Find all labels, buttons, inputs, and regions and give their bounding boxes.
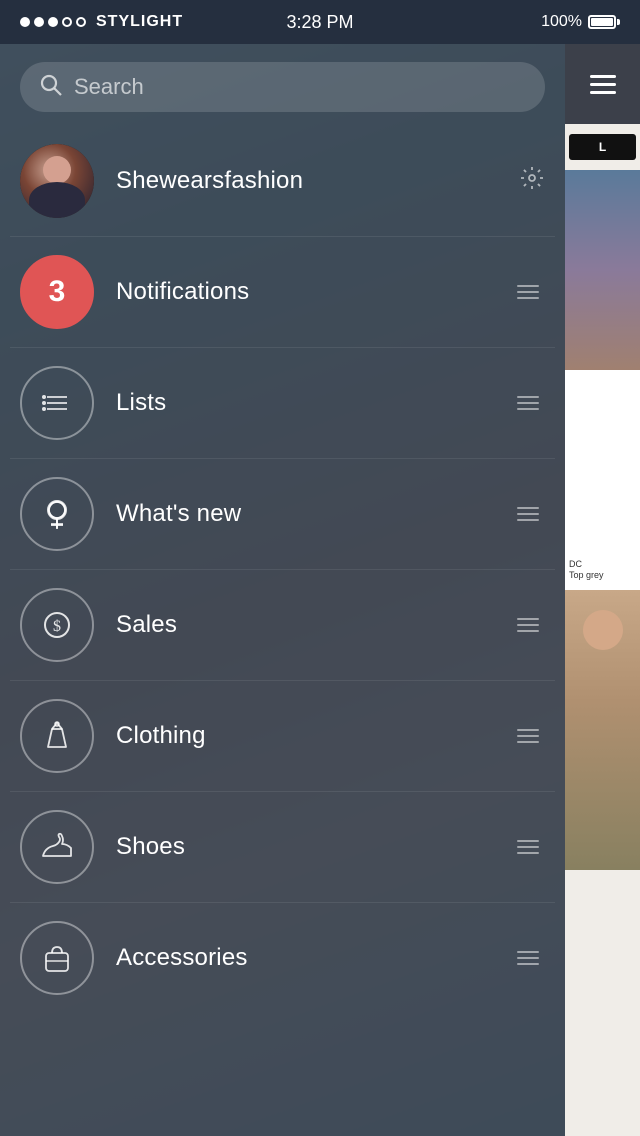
hamburger-line-2 [590,83,616,86]
drag-handle [517,729,539,743]
whatsnew-label: What's new [116,500,517,528]
time-display: 3:28 PM [286,12,353,33]
sales-label: Sales [116,611,517,639]
main-wrapper: Search Shewearsfashion [0,44,640,1136]
battery-percentage: 100% [541,13,582,31]
signal-dot-3 [48,17,58,27]
search-bar[interactable]: Search [20,62,545,112]
drag-handle [517,951,539,965]
signal-dot-4 [62,17,72,27]
sidebar-item-accessories[interactable]: Accessories [10,903,555,1013]
signal-dot-1 [20,17,30,27]
brand-button[interactable]: L [569,134,636,160]
clothing-label: Clothing [116,722,517,750]
sidebar-item-profile[interactable]: Shewearsfashion [10,126,555,237]
lists-icon-circle [20,366,94,440]
menu-list: Shewearsfashion 3 Notifications [0,126,565,1136]
sales-icon-circle: $ [20,588,94,662]
signal-indicator: STYLIGHT [20,13,183,31]
status-bar: STYLIGHT 3:28 PM 100% [0,0,640,44]
drag-handle [517,396,539,410]
notifications-label: Notifications [116,278,517,306]
drag-handle [517,618,539,632]
drag-handle [517,507,539,521]
shoes-label: Shoes [116,833,517,861]
sidebar-item-clothing[interactable]: Clothing [10,681,555,792]
clothing-icon-circle [20,699,94,773]
battery-icon [588,15,620,29]
signal-dot-5 [76,17,86,27]
panel-card: DC Top grey [565,370,640,590]
female-symbol [38,495,76,533]
accessories-label: Accessories [116,944,517,972]
battery-indicator: 100% [541,13,620,31]
notification-count: 3 [49,275,66,309]
search-bar-container[interactable]: Search [0,44,565,126]
accessories-icon-circle [20,921,94,995]
hamburger-icon[interactable] [590,75,616,94]
hamburger-line-3 [590,91,616,94]
sidebar-item-notifications[interactable]: 3 Notifications [10,237,555,348]
panel-image-1 [565,170,640,370]
search-icon [40,74,62,100]
avatar [20,144,94,218]
notification-badge: 3 [20,255,94,329]
lists-label: Lists [116,389,517,417]
bag-icon [38,939,76,977]
panel-image-2 [565,590,640,870]
panel-card-subtitle: Top grey [569,570,636,582]
right-panel-header[interactable] [565,44,640,124]
right-panel: L DC Top grey [565,44,640,1136]
sidebar: Search Shewearsfashion [0,44,565,1136]
sidebar-item-lists[interactable]: Lists [10,348,555,459]
dollar-icon: $ [38,606,76,644]
signal-dot-2 [34,17,44,27]
username-label: Shewearsfashion [116,167,519,195]
whatsnew-icon-circle [20,477,94,551]
shoe-icon [37,828,77,866]
sidebar-item-shoes[interactable]: Shoes [10,792,555,903]
shoes-icon-circle [20,810,94,884]
list-icon [39,385,75,421]
sidebar-item-sales[interactable]: $ Sales [10,570,555,681]
avatar-image [20,144,94,218]
hamburger-line-1 [590,75,616,78]
dress-icon [38,717,76,755]
search-placeholder: Search [74,74,144,100]
drag-handle [517,840,539,854]
settings-icon[interactable] [519,165,545,198]
svg-text:$: $ [53,618,61,635]
drag-handle [517,285,539,299]
carrier-label: STYLIGHT [96,13,183,31]
panel-card-title: DC [569,559,636,571]
sidebar-item-whatsnew[interactable]: What's new [10,459,555,570]
